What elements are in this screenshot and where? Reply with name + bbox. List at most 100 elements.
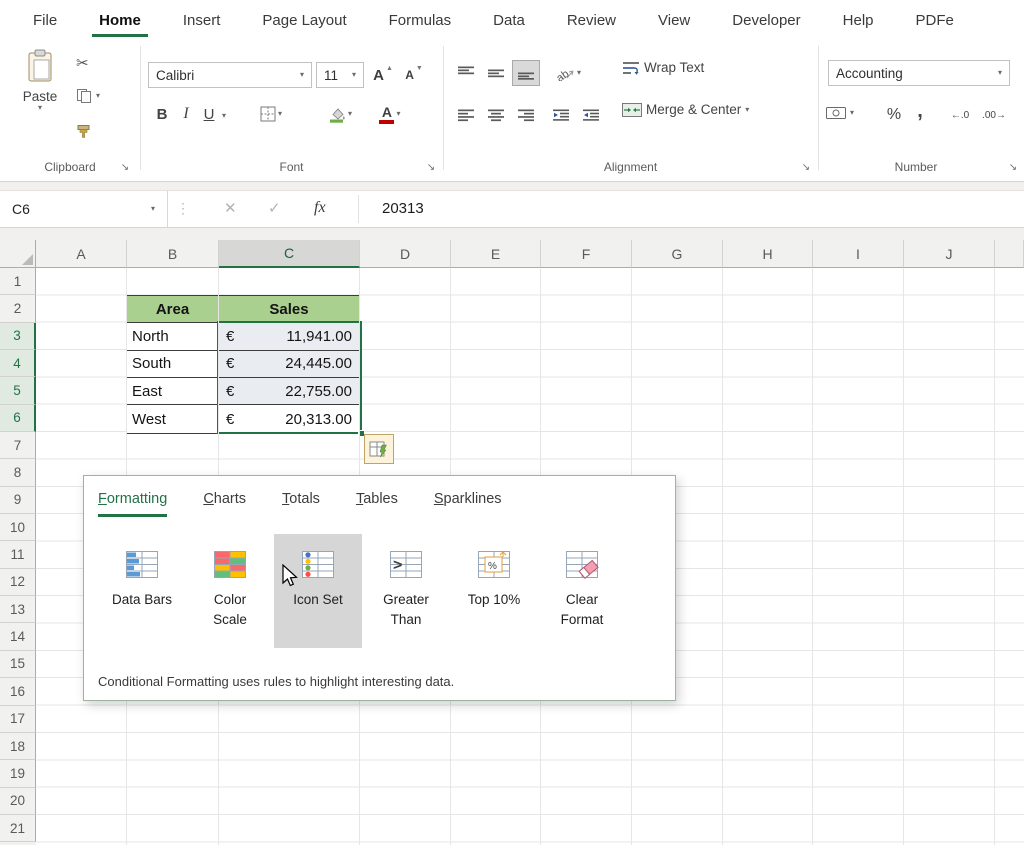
font-name-combo[interactable]: Calibri ▾ <box>148 62 312 88</box>
row-header-15[interactable]: 15 <box>0 650 36 679</box>
row-header-8[interactable]: 8 <box>0 459 36 487</box>
qa-item-color-scale[interactable]: Color Scale <box>186 534 274 648</box>
row-header-7[interactable]: 7 <box>0 432 36 460</box>
underline-caret[interactable]: ▾ <box>222 112 226 120</box>
comma-style-button[interactable]: , <box>910 98 930 124</box>
bold-button[interactable]: B <box>150 100 174 128</box>
qa-item-icon-set[interactable]: Icon Set <box>274 534 362 648</box>
cell-c3-sales[interactable]: €11,941.00 <box>219 323 359 350</box>
decrease-indent-button[interactable] <box>548 102 574 128</box>
qa-item-top-10[interactable]: % Top 10% <box>450 534 538 648</box>
ribbon-tab-home[interactable]: Home <box>78 0 162 40</box>
top-align-button[interactable] <box>452 60 480 86</box>
insert-function-button[interactable]: fx <box>314 199 326 217</box>
font-dialog-launcher[interactable]: ↘ <box>424 161 438 174</box>
alignment-dialog-launcher[interactable]: ↘ <box>799 161 813 174</box>
font-name-caret[interactable]: ▾ <box>300 71 304 79</box>
ribbon-tab-formulas[interactable]: Formulas <box>368 0 473 40</box>
qa-tab-charts[interactable]: Charts <box>203 491 246 517</box>
row-header-19[interactable]: 19 <box>0 760 36 788</box>
decrease-decimal-button[interactable]: .00→ <box>978 102 1010 128</box>
formula-bar-splitter[interactable]: ⋮ <box>176 200 190 217</box>
formula-input[interactable]: 20313 <box>382 200 424 217</box>
number-dialog-launcher[interactable]: ↘ <box>1006 161 1020 174</box>
ribbon-tab-view[interactable]: View <box>637 0 711 40</box>
underline-button[interactable]: U <box>198 100 220 128</box>
cell-c4-sales[interactable]: €24,445.00 <box>219 350 359 378</box>
merge-center-button[interactable]: Merge & Center ▾ <box>622 102 749 117</box>
row-header-11[interactable]: 11 <box>0 541 36 569</box>
column-header-e[interactable]: E <box>451 240 541 268</box>
name-box[interactable]: C6 ▾ <box>0 191 168 227</box>
accounting-format-caret[interactable]: ▾ <box>850 109 854 117</box>
ribbon-tab-review[interactable]: Review <box>546 0 637 40</box>
number-format-caret[interactable]: ▾ <box>998 69 1002 77</box>
row-header-16[interactable]: 16 <box>0 678 36 706</box>
fill-color-caret[interactable]: ▾ <box>348 110 352 118</box>
paste-dropdown-caret[interactable]: ▾ <box>38 104 42 112</box>
merge-center-caret[interactable]: ▾ <box>745 105 749 114</box>
cell-c5-sales[interactable]: €22,755.00 <box>219 378 359 405</box>
qa-item-data-bars[interactable]: Data Bars <box>98 534 186 648</box>
align-center-button[interactable] <box>482 102 510 128</box>
column-header-j[interactable]: J <box>904 240 995 268</box>
borders-button[interactable]: ▾ <box>250 100 292 128</box>
qa-tab-formatting[interactable]: Formatting <box>98 491 168 517</box>
row-header-13[interactable]: 13 <box>0 596 36 624</box>
font-size-combo[interactable]: 11 ▾ <box>316 62 364 88</box>
cell-b3-area[interactable]: North <box>127 323 219 350</box>
column-header-c[interactable]: C <box>219 240 360 268</box>
quick-analysis-button[interactable] <box>364 434 394 464</box>
select-all-corner[interactable] <box>0 240 36 268</box>
row-header-2[interactable]: 2 <box>0 295 36 323</box>
qa-item-clear-format[interactable]: Clear Format <box>538 534 626 648</box>
orientation-button[interactable]: ab ▾ <box>548 60 588 86</box>
row-header-14[interactable]: 14 <box>0 623 36 651</box>
ribbon-tab-help[interactable]: Help <box>822 0 895 40</box>
bottom-align-button[interactable] <box>512 60 540 86</box>
middle-align-button[interactable] <box>482 60 510 86</box>
ribbon-tab-insert[interactable]: Insert <box>162 0 242 40</box>
cell-b6-area[interactable]: West <box>127 405 219 433</box>
increase-decimal-button[interactable]: ←.0 <box>944 102 976 128</box>
ribbon-tab-developer[interactable]: Developer <box>711 0 821 40</box>
cell-c6-sales[interactable]: €20,313.00 <box>219 405 359 432</box>
copy-button[interactable]: ▾ <box>76 88 100 104</box>
row-header-3[interactable]: 3 <box>0 322 36 351</box>
fill-color-button[interactable]: ▾ <box>318 100 362 128</box>
name-box-caret[interactable]: ▾ <box>151 205 155 213</box>
column-header-a[interactable]: A <box>36 240 127 268</box>
column-header-h[interactable]: H <box>723 240 813 268</box>
increase-font-size-button[interactable]: A ▲ <box>368 62 398 88</box>
column-header-f[interactable]: F <box>541 240 632 268</box>
copy-dropdown-caret[interactable]: ▾ <box>96 92 100 100</box>
italic-button[interactable]: I <box>176 100 196 128</box>
column-header-i[interactable]: I <box>813 240 904 268</box>
paste-button[interactable]: Paste ▾ <box>14 48 66 112</box>
row-header-12[interactable]: 12 <box>0 568 36 597</box>
font-color-button[interactable]: A ▾ <box>368 100 412 128</box>
ribbon-tab-pdfe[interactable]: PDFe <box>895 0 975 40</box>
increase-indent-button[interactable] <box>578 102 604 128</box>
enter-icon[interactable]: ✓ <box>268 199 281 217</box>
row-header-17[interactable]: 17 <box>0 705 36 733</box>
row-header-1[interactable]: 1 <box>0 268 36 296</box>
qa-item-greater-than[interactable]: > Greater Than <box>362 534 450 648</box>
row-header-6[interactable]: 6 <box>0 404 36 433</box>
table-header-area[interactable]: Area <box>127 296 219 323</box>
wrap-text-button[interactable]: Wrap Text <box>622 60 704 75</box>
format-painter-button[interactable] <box>76 124 92 140</box>
qa-tab-totals[interactable]: Totals <box>282 491 320 517</box>
row-header-18[interactable]: 18 <box>0 732 36 761</box>
font-color-caret[interactable]: ▾ <box>396 110 400 118</box>
qa-tab-tables[interactable]: Tables <box>356 491 398 517</box>
orientation-caret[interactable]: ▾ <box>577 69 581 77</box>
cut-button[interactable]: ✂ <box>76 54 89 72</box>
cell-b5-area[interactable]: East <box>127 378 219 405</box>
table-header-sales[interactable]: Sales <box>219 296 359 323</box>
qa-tab-sparklines[interactable]: Sparklines <box>434 491 502 517</box>
column-header-d[interactable]: D <box>360 240 451 268</box>
row-header-9[interactable]: 9 <box>0 486 36 515</box>
column-header-b[interactable]: B <box>127 240 219 268</box>
align-left-button[interactable] <box>452 102 480 128</box>
